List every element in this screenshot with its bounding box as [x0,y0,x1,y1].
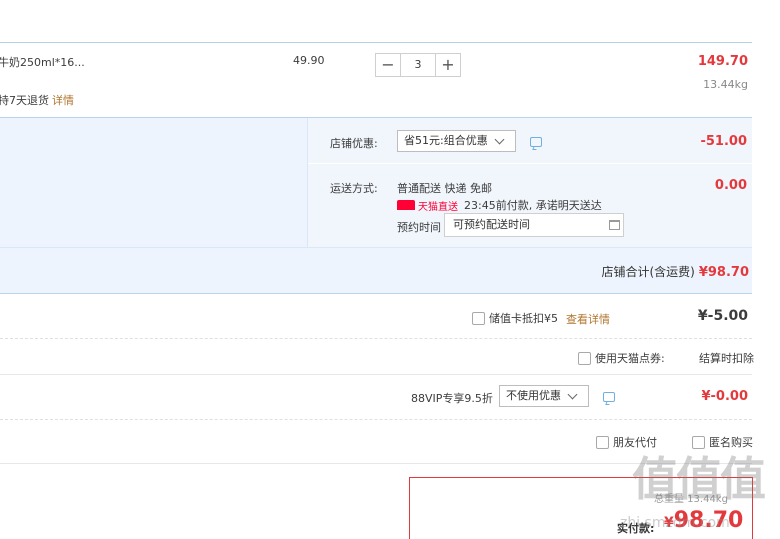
quantity-increase-button[interactable]: + [435,53,461,77]
stored-card-option: 储值卡抵扣¥5 [472,310,558,326]
watermark-url: zhi.smzdm.com [620,515,730,531]
return-policy-text: 持7天退货 [0,94,49,107]
store-total-amount: ¥98.70 [698,265,749,280]
row-divider [0,374,752,375]
item-weight: 13.44kg [703,78,748,91]
stored-card-label: 储值卡抵扣¥5 [489,312,558,325]
promo-separator [308,163,752,164]
vip-discount-select[interactable]: 不使用优惠 [499,385,589,407]
friend-pay-label: 朋友代付 [613,436,657,449]
store-discount-label: 店铺优惠: [330,137,378,150]
delivery-promise-row: 天猫直送 23:45前付款, 承诺明天送达 [397,197,602,213]
store-discount-select-value: 省51元:组合优惠 [404,134,488,147]
store-total: 店铺合计(含运费) ¥98.70 [601,263,749,280]
friend-pay-option: 朋友代付 [596,434,657,450]
row-divider [0,419,752,420]
vip-discount-label: 88VIP专享9.5折 [411,392,493,405]
tmall-direct-badge: 天猫直送 [397,198,458,213]
stored-card-checkbox[interactable] [472,311,485,325]
store-discount-select[interactable]: 省51元:组合优惠 [397,130,516,152]
quantity-input[interactable]: 3 [401,53,435,77]
shipping-method: 普通配送 快递 免邮 [397,182,492,195]
store-total-label: 店铺合计(含运费) [601,265,695,279]
delivery-promise: 23:45前付款, 承诺明天送达 [464,199,602,212]
vip-discount-amount: ¥-0.00 [701,389,748,404]
calendar-icon[interactable] [609,220,620,230]
return-policy: 持7天退货 详情 [0,92,74,108]
chevron-down-icon [494,134,505,144]
message-icon[interactable] [530,137,542,147]
tmall-logo-icon [397,200,415,210]
anonymous-option: 匿名购买 [692,434,753,450]
friend-pay-checkbox[interactable] [596,435,609,449]
product-name[interactable]: 牛奶250ml*16... [0,54,85,70]
vip-discount-select-value: 不使用优惠 [506,389,561,402]
item-subtotal: 149.70 [697,54,748,69]
shipping-amount: 0.00 [714,178,747,193]
tmall-direct-text: 天猫直送 [418,201,458,213]
quantity-stepper: − 3 + [375,53,461,77]
reserve-time-input[interactable]: 可预约配送时间 [444,213,624,237]
tmall-points-value: 结算时扣除 [699,352,754,365]
stored-card-amount: ¥-5.00 [697,308,748,324]
unit-price: 49.90 [293,54,325,67]
chevron-down-icon [567,389,578,399]
tmall-points-checkbox[interactable] [578,351,591,365]
reserve-time-placeholder: 可预约配送时间 [453,218,530,231]
reserve-time-label: 预约时间 [397,221,441,234]
tmall-points-option: 使用天猫点券: [578,350,665,366]
tmall-points-label: 使用天猫点券: [595,352,665,365]
quantity-decrease-button[interactable]: − [375,53,401,77]
shipping-label: 运送方式: [330,182,378,195]
watermark-logo: 值值值 [632,452,766,506]
return-policy-link[interactable]: 详情 [52,94,74,107]
store-discount-amount: -51.00 [700,134,747,149]
row-divider [0,338,752,339]
stored-card-details-link[interactable]: 查看详情 [566,311,610,327]
anonymous-label: 匿名购买 [709,436,753,449]
message-icon[interactable] [603,392,615,402]
anonymous-checkbox[interactable] [692,435,705,449]
